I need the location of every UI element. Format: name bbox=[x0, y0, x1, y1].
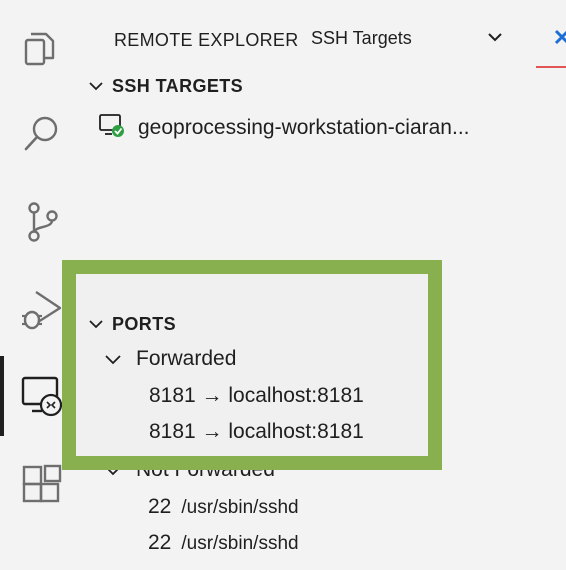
sidebar-title: REMOTE EXPLORER bbox=[114, 30, 299, 50]
source-control-activity-button[interactable] bbox=[0, 186, 84, 258]
source-control-icon bbox=[22, 200, 62, 244]
not-forwarded-port-row[interactable]: 22/usr/sbin/sshd bbox=[148, 531, 299, 555]
search-activity-button[interactable] bbox=[0, 98, 84, 170]
process-path: /usr/sbin/sshd bbox=[181, 497, 299, 518]
section-label: SSH TARGETS bbox=[112, 76, 244, 96]
files-icon bbox=[22, 28, 62, 68]
sidebar-header: REMOTE EXPLORER SSH Targets bbox=[84, 0, 566, 70]
chevron-down-icon bbox=[88, 314, 104, 335]
not-forwarded-port-row[interactable]: 22/usr/sbin/sshd bbox=[148, 495, 299, 519]
close-icon[interactable] bbox=[554, 29, 566, 50]
target-type-select[interactable]: SSH Targets bbox=[311, 28, 412, 49]
explorer-activity-button[interactable] bbox=[0, 12, 84, 84]
forwarded-port-row[interactable]: 8181 → localhost:8181 bbox=[149, 420, 364, 444]
vscode-window: REMOTE EXPLORER SSH Targets SSH TARGETS bbox=[0, 0, 566, 570]
chevron-down-icon bbox=[104, 347, 122, 371]
forwarded-group[interactable]: Forwarded bbox=[104, 347, 236, 371]
extensions-icon bbox=[20, 464, 64, 508]
ssh-target-item[interactable]: geoprocessing-workstation-ciaran... bbox=[98, 112, 470, 144]
chevron-down-icon[interactable] bbox=[486, 30, 504, 49]
ssh-target-label: geoprocessing-workstation-ciaran... bbox=[138, 116, 470, 139]
ssh-targets-section-header[interactable]: SSH TARGETS bbox=[88, 76, 243, 97]
tab-active-underline bbox=[536, 66, 566, 68]
port-number: 22 bbox=[148, 531, 172, 554]
ports-section-header[interactable]: PORTS bbox=[88, 314, 176, 335]
remote-connected-icon bbox=[98, 112, 126, 144]
process-path: /usr/sbin/sshd bbox=[181, 533, 299, 554]
forwarded-label: Forwarded bbox=[136, 347, 237, 370]
search-icon bbox=[21, 113, 63, 155]
section-label: PORTS bbox=[112, 314, 177, 334]
port-number: 22 bbox=[148, 495, 172, 518]
forwarded-port-row[interactable]: 8181 → localhost:8181 bbox=[149, 384, 364, 408]
chevron-down-icon bbox=[88, 76, 104, 97]
remote-explorer-icon bbox=[20, 374, 64, 418]
run-debug-icon bbox=[20, 288, 64, 332]
